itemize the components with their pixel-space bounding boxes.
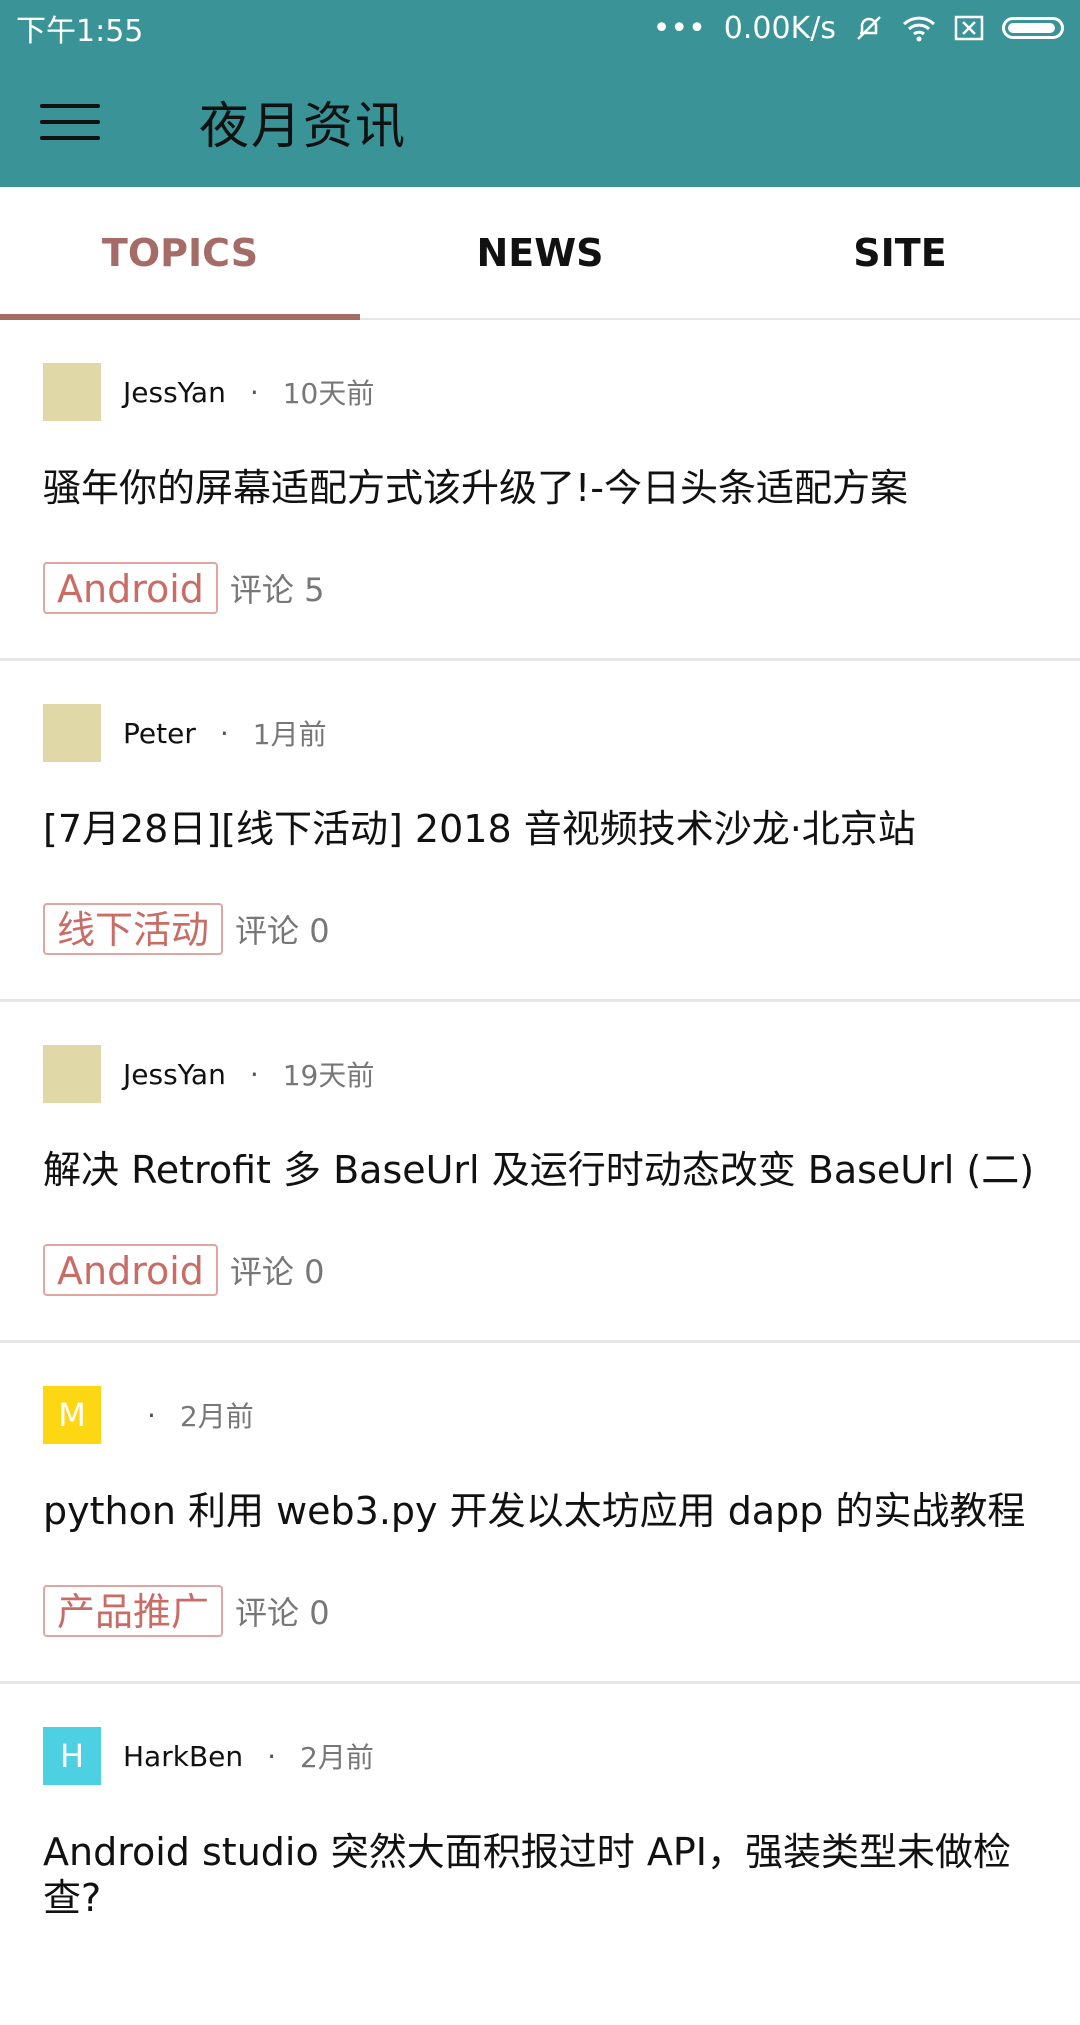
comment-count: 评论 0 bbox=[229, 1253, 325, 1291]
topic-meta: JessYan · 10天前 bbox=[43, 363, 374, 421]
post-time: 19天前 bbox=[282, 1059, 375, 1092]
tab-site[interactable]: SITE bbox=[720, 187, 1080, 318]
topic-item[interactable]: Peter · 1月前 [7月28日][线下活动] 2018 音视频技术沙龙·北… bbox=[0, 661, 1080, 1002]
app-bar: 夜月资讯 bbox=[0, 56, 1080, 187]
topic-title[interactable]: Android studio 突然大面积报过时 API，强装类型未做检查? bbox=[43, 1829, 1040, 1921]
avatar[interactable]: H bbox=[43, 1727, 101, 1785]
status-icons: ••• 0.00K/s bbox=[653, 11, 1064, 46]
topic-tag[interactable]: 产品推广 bbox=[43, 1585, 224, 1637]
post-time: 1月前 bbox=[252, 718, 327, 751]
tab-bar: TOPICS NEWS SITE bbox=[0, 187, 1080, 320]
avatar[interactable] bbox=[43, 704, 101, 762]
status-time: 下午1:55 bbox=[16, 14, 144, 49]
topic-meta: M · 2月前 bbox=[43, 1386, 254, 1444]
topic-meta: H HarkBen · 2月前 bbox=[43, 1727, 374, 1785]
topic-tag[interactable]: 线下活动 bbox=[43, 903, 224, 955]
app-title: 夜月资讯 bbox=[199, 96, 407, 155]
network-speed: 0.00K/s bbox=[723, 10, 836, 46]
topic-title[interactable]: 骚年你的屏幕适配方式该升级了!-今日头条适配方案 bbox=[43, 465, 1040, 511]
post-time: 2月前 bbox=[179, 1400, 254, 1433]
separator-dot: · bbox=[249, 375, 259, 409]
topic-footer: 线下活动 评论 0 bbox=[43, 903, 330, 955]
topic-tag[interactable]: Android bbox=[43, 1244, 218, 1296]
separator-dot: · bbox=[267, 1739, 277, 1773]
avatar[interactable] bbox=[43, 363, 101, 421]
topic-item[interactable]: M · 2月前 python 利用 web3.py 开发以太坊应用 dapp 的… bbox=[0, 1343, 1080, 1684]
separator-dot: · bbox=[249, 1057, 259, 1091]
comment-count: 评论 5 bbox=[229, 571, 325, 609]
topic-item[interactable]: JessYan · 10天前 骚年你的屏幕适配方式该升级了!-今日头条适配方案 … bbox=[0, 320, 1080, 661]
mute-icon bbox=[854, 13, 884, 43]
topic-item[interactable]: H HarkBen · 2月前 Android studio 突然大面积报过时 … bbox=[0, 1684, 1080, 2025]
avatar[interactable] bbox=[43, 1045, 101, 1103]
author-name[interactable]: HarkBen bbox=[123, 1740, 243, 1773]
separator-dot: · bbox=[219, 716, 229, 750]
topic-tag[interactable]: Android bbox=[43, 562, 218, 614]
hamburger-icon bbox=[40, 103, 100, 140]
post-time: 10天前 bbox=[282, 377, 375, 410]
topic-title[interactable]: python 利用 web3.py 开发以太坊应用 dapp 的实战教程 bbox=[43, 1488, 1040, 1534]
topic-footer: 产品推广 评论 0 bbox=[43, 1585, 330, 1637]
tab-topics[interactable]: TOPICS bbox=[0, 187, 360, 320]
author-name[interactable]: JessYan bbox=[123, 1058, 226, 1091]
tab-news[interactable]: NEWS bbox=[360, 187, 720, 318]
topic-title[interactable]: 解决 Retrofit 多 BaseUrl 及运行时动态改变 BaseUrl (… bbox=[43, 1147, 1040, 1193]
battery-icon bbox=[1002, 17, 1064, 39]
topic-title[interactable]: [7月28日][线下活动] 2018 音视频技术沙龙·北京站 bbox=[43, 806, 1040, 852]
topic-meta: JessYan · 19天前 bbox=[43, 1045, 374, 1103]
comment-count: 评论 0 bbox=[235, 912, 330, 950]
topic-footer: Android 评论 0 bbox=[43, 1244, 324, 1296]
topic-list: JessYan · 10天前 骚年你的屏幕适配方式该升级了!-今日头条适配方案 … bbox=[0, 320, 1080, 2025]
dots-icon: ••• bbox=[652, 10, 706, 46]
comment-count: 评论 0 bbox=[235, 1594, 330, 1632]
topic-footer: Android 评论 5 bbox=[43, 562, 324, 614]
topic-item[interactable]: JessYan · 19天前 解决 Retrofit 多 BaseUrl 及运行… bbox=[0, 1002, 1080, 1343]
post-time: 2月前 bbox=[300, 1741, 374, 1774]
separator-dot: · bbox=[147, 1398, 156, 1432]
menu-button[interactable] bbox=[0, 56, 140, 187]
author-name[interactable]: JessYan bbox=[123, 376, 226, 409]
avatar[interactable]: M bbox=[43, 1386, 101, 1444]
sim-x-icon bbox=[954, 15, 984, 41]
status-bar: 下午1:55 ••• 0.00K/s bbox=[0, 0, 1080, 56]
wifi-icon bbox=[902, 14, 936, 42]
topic-meta: Peter · 1月前 bbox=[43, 704, 327, 762]
author-name[interactable]: Peter bbox=[123, 717, 196, 750]
